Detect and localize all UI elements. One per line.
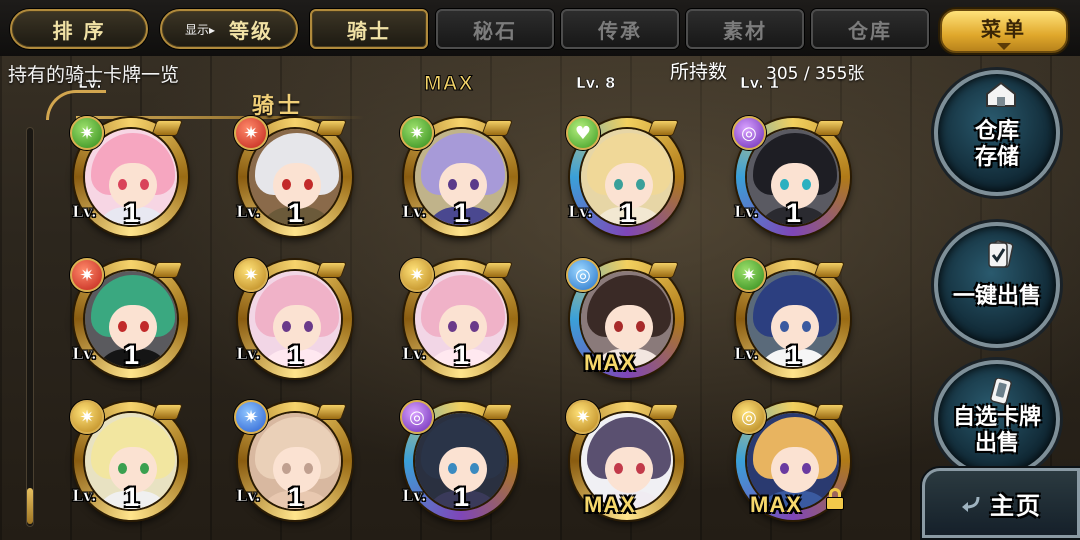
card-icon — [990, 378, 1012, 405]
menu-label: 菜单 — [981, 16, 1027, 41]
star-icon: ✷ — [234, 116, 268, 150]
star-icon: ✷ — [732, 258, 766, 292]
swirl-icon: ◎ — [732, 116, 766, 150]
quick-sell-label: 一键出售 — [952, 283, 1041, 309]
level-value: 1 — [288, 198, 304, 228]
knight-card[interactable]: ♥ Lv. 1 — [566, 116, 688, 240]
select-cards-sell-label: 自选卡牌 出售 — [952, 404, 1041, 456]
top-bar: 排 序 显示▸ 等级 骑士 秘石 传承 素材 仓库 菜单 — [0, 0, 1080, 56]
select-cards-sell-button[interactable]: 自选卡牌 出售 — [934, 360, 1060, 478]
knight-card[interactable]: ✷ Lv. 1 — [400, 258, 522, 382]
level-label: Lv. — [734, 202, 759, 222]
knight-card[interactable]: ✷ MAX — [566, 400, 688, 524]
cards-check-icon — [988, 240, 1014, 268]
scrollbar-thumb[interactable] — [27, 488, 33, 524]
knight-card[interactable]: ◎ Lv. 1 — [400, 400, 522, 524]
level-value: 1 — [288, 340, 304, 370]
level-label: Lv. — [72, 344, 97, 364]
level-value: 1 — [454, 340, 470, 370]
sort-button[interactable]: 排 序 — [10, 9, 148, 49]
display-value: 等级 — [229, 18, 274, 43]
star-icon: ✷ — [70, 400, 104, 434]
level-value: 1 — [124, 198, 140, 228]
knight-card[interactable]: ✷ Lv. 1 — [70, 116, 192, 240]
peek-max-label: MAX — [424, 72, 474, 96]
tab-label: 仓库 — [848, 18, 892, 43]
owned-count-label: 所持数 — [670, 61, 728, 83]
star-icon: ✷ — [566, 400, 600, 434]
star-icon: ✷ — [70, 116, 104, 150]
return-arrow-icon — [962, 496, 980, 512]
game-screen: 排 序 显示▸ 等级 骑士 秘石 传承 素材 仓库 菜单 Lv. MAX Lv.… — [0, 0, 1080, 540]
level-value: 1 — [620, 198, 636, 228]
tab-materials[interactable]: 素材 — [686, 9, 804, 49]
quick-sell-button[interactable]: 一键出售 — [934, 222, 1060, 348]
swirl-icon: ◎ — [732, 400, 766, 434]
tab-label: 传承 — [598, 18, 642, 43]
level-label: Lv. — [402, 486, 427, 506]
level-label: Lv. — [734, 344, 759, 364]
home-button[interactable]: 主页 — [922, 468, 1080, 538]
menu-button[interactable]: 菜单 — [940, 9, 1068, 53]
level-value: 1 — [786, 340, 802, 370]
knight-card[interactable]: ✷ Lv. 1 — [234, 116, 356, 240]
peek-level-label: Lv. 8 — [576, 74, 616, 93]
tab-inheritance[interactable]: 传承 — [561, 9, 679, 49]
heart-icon: ♥ — [566, 116, 600, 150]
max-level-label: MAX — [584, 350, 636, 375]
level-label: Lv. — [402, 344, 427, 364]
lock-icon — [824, 488, 846, 510]
tab-knight[interactable]: 骑士 — [310, 9, 428, 49]
list-title: 持有的骑士卡牌一览 — [8, 64, 180, 86]
knight-card[interactable]: ◎ Lv. 1 — [732, 116, 854, 240]
knight-card[interactable]: ✷ Lv. 1 — [70, 258, 192, 382]
swirl-icon: ◎ — [400, 400, 434, 434]
chevron-down-icon — [997, 42, 1011, 50]
star-icon: ✷ — [234, 258, 268, 292]
tab-secret-stone[interactable]: 秘石 — [436, 9, 554, 49]
sort-label: 排 序 — [52, 18, 106, 43]
knight-card[interactable]: ✷ Lv. 1 — [400, 116, 522, 240]
level-label: Lv. — [72, 202, 97, 222]
home-label: 主页 — [990, 490, 1042, 520]
warehouse-storage-label: 仓库 存储 — [974, 118, 1019, 170]
max-level-label: MAX — [584, 492, 636, 517]
level-label: Lv. — [236, 486, 261, 506]
level-label: Lv. — [236, 344, 261, 364]
knight-card[interactable]: ✷ Lv. 1 — [70, 400, 192, 524]
knight-card[interactable]: ◎ MAX — [732, 400, 854, 524]
knight-card[interactable]: ✷ Lv. 1 — [234, 400, 356, 524]
tab-label: 素材 — [723, 18, 767, 43]
knight-card[interactable]: ✷ Lv. 1 — [234, 258, 356, 382]
level-value: 1 — [124, 482, 140, 512]
tab-label: 骑士 — [347, 18, 391, 43]
star-icon: ✷ — [70, 258, 104, 292]
level-value: 1 — [124, 340, 140, 370]
display-prefix: 显示▸ — [184, 22, 216, 37]
star-icon: ✷ — [400, 116, 434, 150]
display-mode-button[interactable]: 显示▸ 等级 — [160, 9, 298, 49]
warehouse-storage-button[interactable]: 仓库 存储 — [934, 70, 1060, 196]
level-label: Lv. — [72, 486, 97, 506]
max-level-label: MAX — [750, 492, 802, 517]
level-label: Lv. — [568, 202, 593, 222]
scrollbar-track[interactable] — [26, 127, 34, 527]
level-value: 1 — [786, 198, 802, 228]
swirl-icon: ◎ — [566, 258, 600, 292]
level-value: 1 — [454, 198, 470, 228]
owned-count-value: 305 / 355张 — [766, 64, 865, 84]
knight-card[interactable]: ✷ Lv. 1 — [732, 258, 854, 382]
level-value: 1 — [454, 482, 470, 512]
star-icon: ✷ — [400, 258, 434, 292]
level-label: Lv. — [402, 202, 427, 222]
level-label: Lv. — [236, 202, 261, 222]
knight-card[interactable]: ◎ MAX — [566, 258, 688, 382]
house-icon — [986, 81, 1016, 107]
star-icon: ✷ — [234, 400, 268, 434]
tab-label: 秘石 — [473, 18, 517, 43]
tab-warehouse[interactable]: 仓库 — [811, 9, 929, 49]
level-value: 1 — [288, 482, 304, 512]
